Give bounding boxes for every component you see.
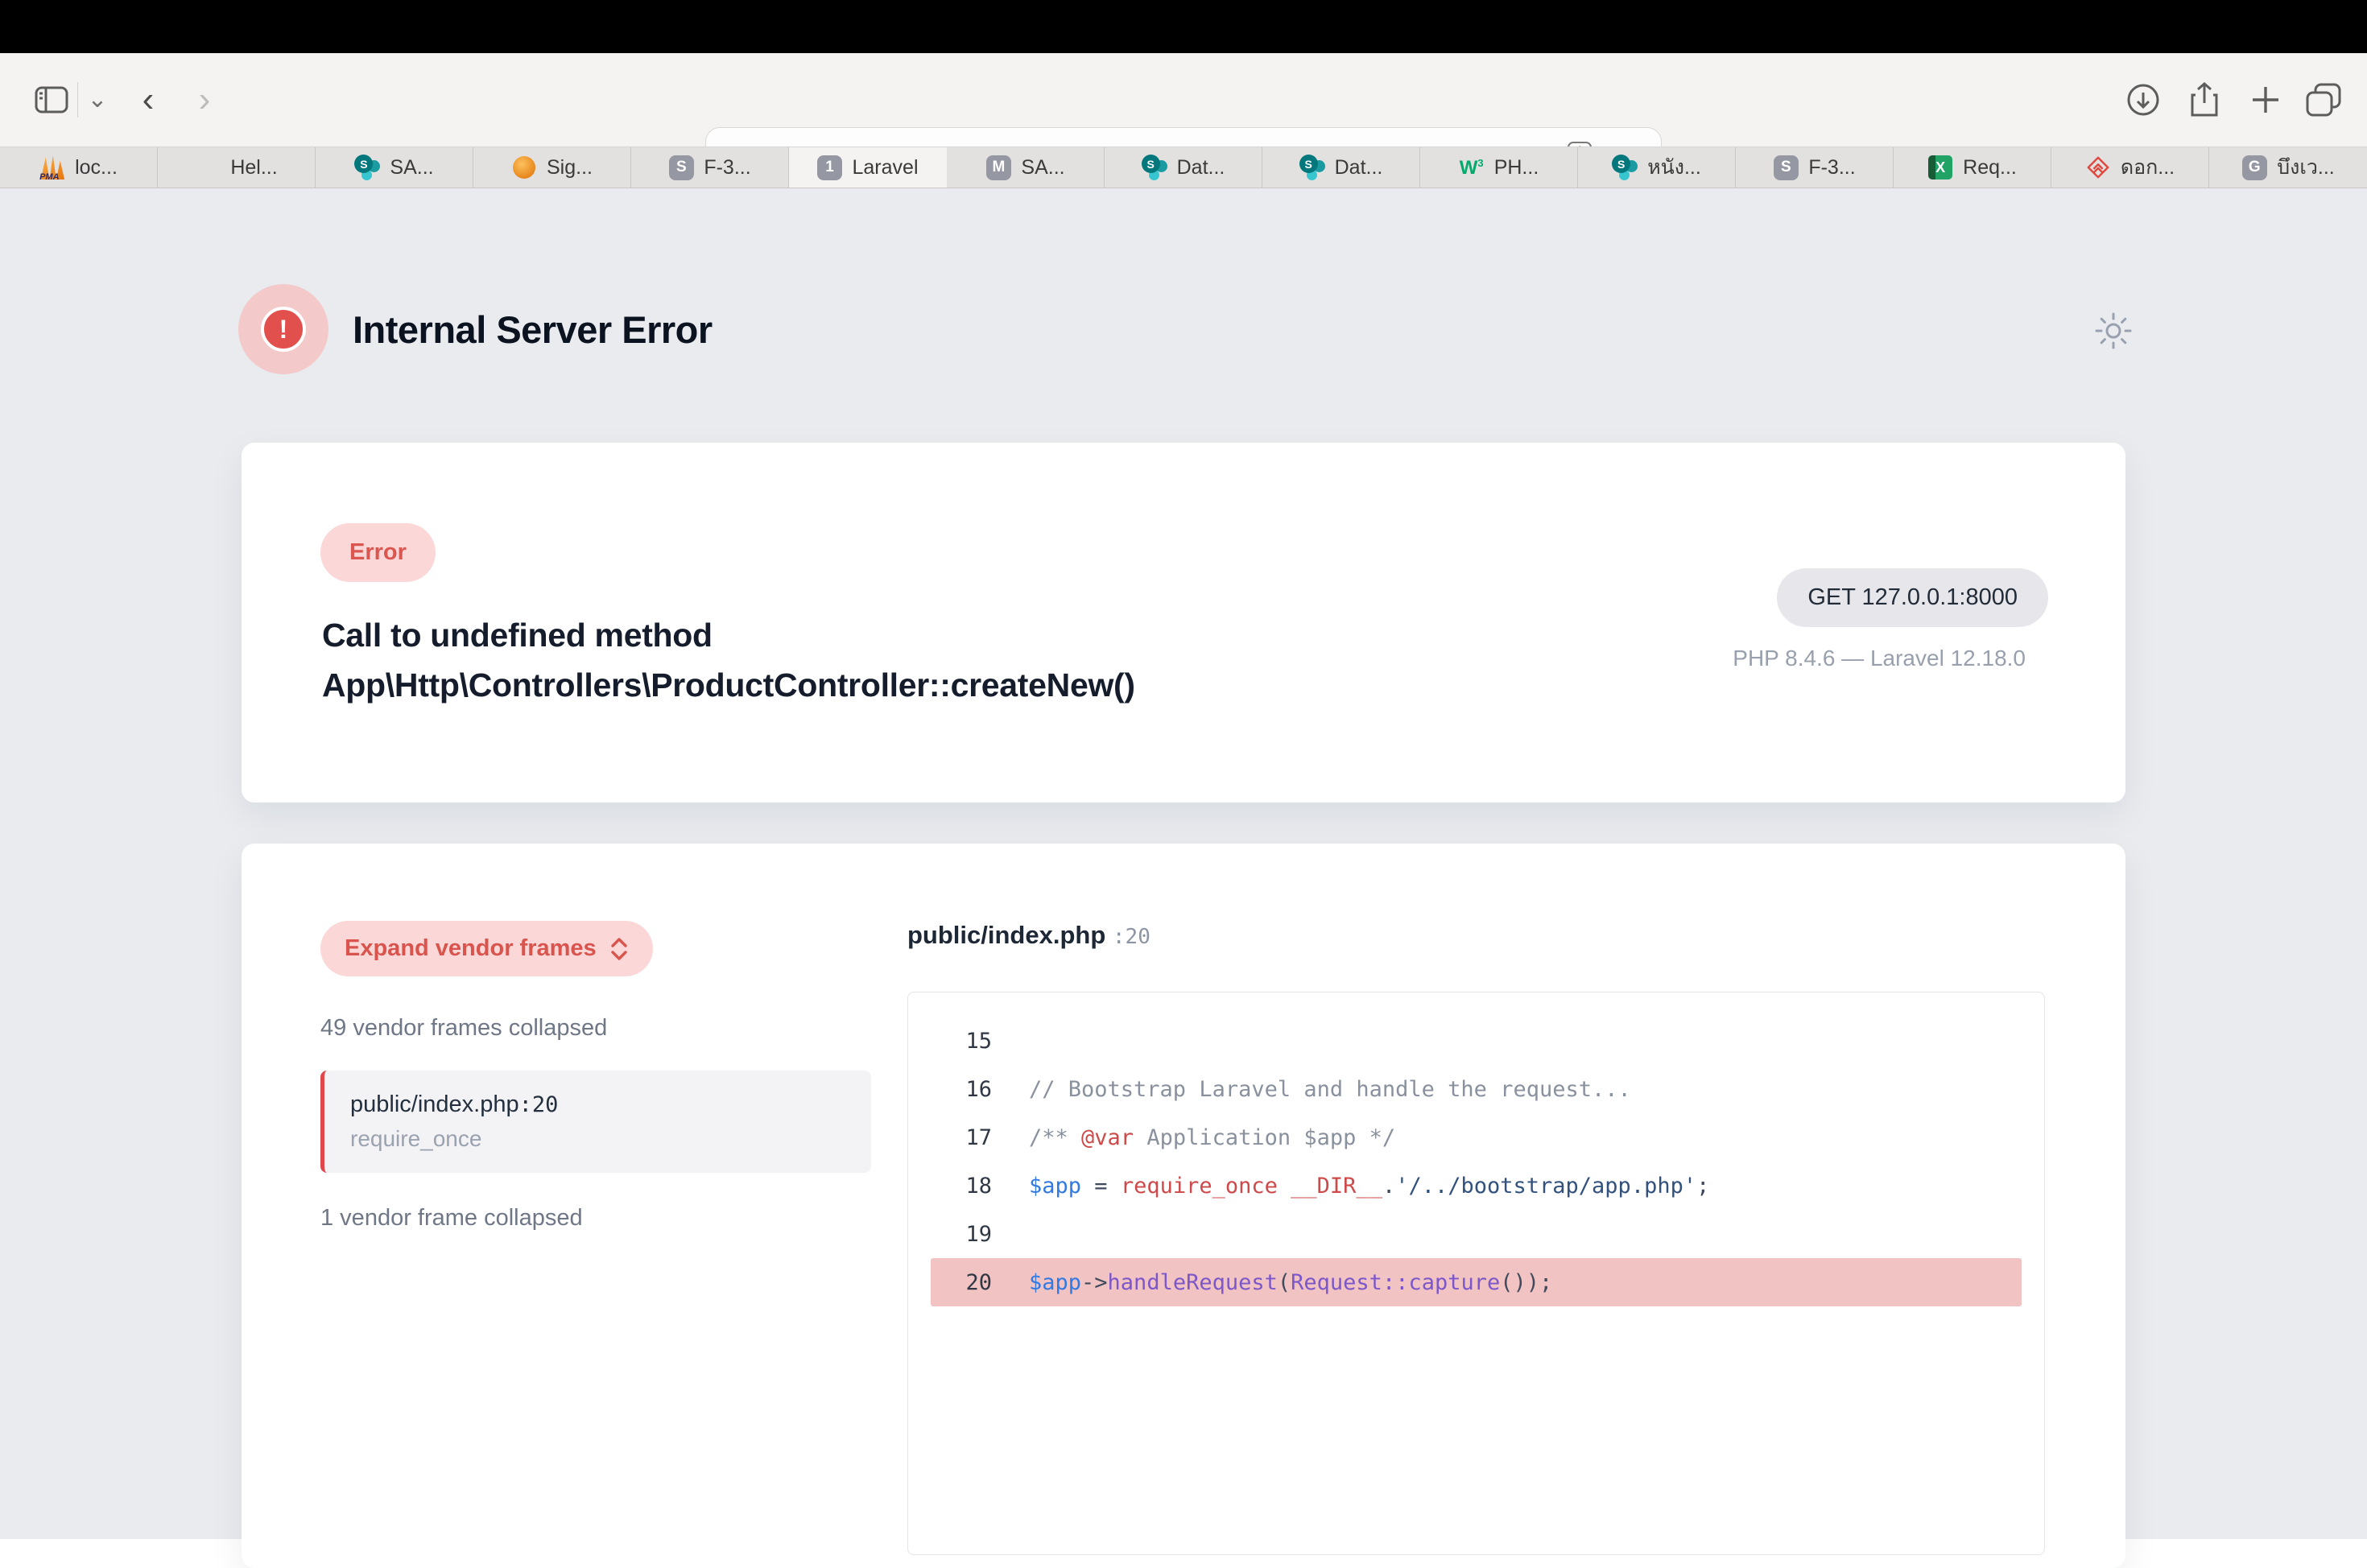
line-number: 17 — [931, 1125, 992, 1150]
tile-icon: 1 — [817, 155, 843, 180]
tab-label: Sig... — [547, 156, 593, 179]
request-badge: GET 127.0.0.1:8000 — [1777, 568, 2048, 627]
line-number: 18 — [931, 1174, 992, 1199]
tab-loc[interactable]: PMA loc... — [0, 147, 158, 188]
stack-frame-item[interactable]: public/index.php:20 require_once — [320, 1071, 871, 1173]
tab-f3[interactable]: S F-3... — [1736, 147, 1894, 188]
tile-icon: G — [2241, 155, 2267, 180]
frame-method: require_once — [350, 1126, 845, 1152]
tab-label: Req... — [1963, 156, 2017, 179]
w3schools-icon: W3 — [1459, 155, 1485, 180]
code-column: public/index.php :20 15 16// Bootstrap La… — [907, 921, 2045, 1555]
version-info: PHP 8.4.6 — Laravel 12.18.0 — [1733, 646, 2026, 671]
error-page: ! Internal Server Error Error Call to un… — [0, 188, 2367, 1539]
tab-[interactable]: ดอก... — [2051, 147, 2209, 188]
share-icon[interactable] — [2182, 53, 2227, 146]
error-circle-icon: ! — [238, 284, 328, 374]
page-title: Internal Server Error — [353, 307, 713, 352]
tab-label: PH... — [1494, 156, 1539, 179]
tab-label: บึงเว... — [2277, 151, 2335, 184]
expand-chevrons-icon — [609, 936, 629, 962]
tab-dat[interactable]: S Dat... — [1105, 147, 1262, 188]
tab-ph[interactable]: W3 PH... — [1420, 147, 1578, 188]
tab-label: หนัง... — [1647, 151, 1701, 184]
toolbar-divider — [77, 82, 78, 118]
tab-sa[interactable]: S SA... — [316, 147, 473, 188]
tab-[interactable]: S หนัง... — [1578, 147, 1736, 188]
sharepoint-icon: S — [1299, 155, 1325, 180]
sharepoint-icon: S — [354, 155, 380, 180]
tab-dat[interactable]: S Dat... — [1262, 147, 1420, 188]
downloads-icon[interactable] — [2121, 53, 2166, 146]
tile-icon: S — [1773, 155, 1799, 180]
stack-trace-card: Expand vendor frames 49 vendor frames co… — [242, 844, 2125, 1568]
frame-file: public/index.php:20 — [350, 1091, 845, 1118]
back-icon[interactable]: ‹ — [127, 53, 169, 146]
tab-hel[interactable]: Hel... — [158, 147, 316, 188]
tab-sa[interactable]: M SA... — [947, 147, 1105, 188]
tab-label: ดอก... — [2121, 151, 2175, 184]
expand-vendor-frames-button[interactable]: Expand vendor frames — [320, 921, 653, 976]
tab-[interactable]: G บึงเว... — [2209, 147, 2367, 188]
tab-label: Laravel — [853, 156, 919, 179]
vendor-frames-collapsed-bottom: 1 vendor frame collapsed — [320, 1205, 871, 1232]
tab-label: F-3... — [1808, 156, 1855, 179]
theme-toggle-sun-icon[interactable] — [2093, 311, 2134, 351]
tab-label: loc... — [75, 156, 118, 179]
tab-label: Dat... — [1335, 156, 1383, 179]
menu-bar — [0, 0, 2367, 53]
tile-icon: S — [668, 155, 694, 180]
tab-label: Hel... — [230, 156, 277, 179]
error-badge: Error — [320, 523, 436, 582]
tab-overview-icon[interactable] — [2301, 53, 2346, 146]
code-line: 16// Bootstrap Laravel and handle the re… — [931, 1065, 2022, 1113]
line-number: 19 — [931, 1222, 992, 1247]
laravel-icon — [195, 155, 221, 180]
forward-icon[interactable]: › — [184, 53, 225, 146]
line-number: 16 — [931, 1077, 992, 1102]
tab-label: Dat... — [1177, 156, 1225, 179]
phpmyadmin-icon: PMA — [39, 155, 65, 180]
new-tab-icon[interactable] — [2243, 53, 2288, 146]
tab-bar: PMA loc... Hel... S SA... Sig... S F-3... 1 Larav… — [0, 146, 2367, 188]
code-snippet[interactable]: 15 16// Bootstrap Laravel and handle the … — [907, 992, 2045, 1555]
line-number: 20 — [931, 1270, 992, 1295]
screen: ⌄ ‹ › 127.0.0.1 A ↻ — [0, 0, 2367, 1539]
code-filename: public/index.php :20 — [907, 921, 2045, 950]
orange-dot-icon — [511, 155, 537, 180]
code-line: 18$app = require_once __DIR__.'/../boots… — [931, 1162, 2022, 1210]
code-line: 17/** @var Application $app */ — [931, 1113, 2022, 1162]
sharepoint-icon: S — [1142, 155, 1167, 180]
tab-req[interactable]: X Req... — [1894, 147, 2051, 188]
tab-active-laravel[interactable]: 1 Laravel — [789, 147, 947, 188]
browser-toolbar: ⌄ ‹ › 127.0.0.1 A ↻ — [0, 53, 2367, 146]
sidebar-icon[interactable] — [29, 53, 74, 146]
tab-label: F-3... — [704, 156, 750, 179]
stack-column: Expand vendor frames 49 vendor frames co… — [320, 921, 871, 1232]
sharepoint-icon: S — [1612, 155, 1638, 180]
chevron-down-icon[interactable]: ⌄ — [79, 53, 116, 146]
error-summary-card: Error Call to undefined method App\Http\… — [242, 443, 2125, 803]
line-number: 15 — [931, 1029, 992, 1054]
vendor-frames-collapsed-top: 49 vendor frames collapsed — [320, 1015, 871, 1042]
code-line: 15 — [931, 1017, 2022, 1065]
tab-sig[interactable]: Sig... — [473, 147, 631, 188]
error-message: Call to undefined method App\Http\Contro… — [322, 610, 1449, 710]
tab-label: SA... — [390, 156, 433, 179]
tab-f3[interactable]: S F-3... — [631, 147, 789, 188]
tile-icon: M — [985, 155, 1011, 180]
code-line: 19 — [931, 1210, 2022, 1258]
red-diamond-icon — [2085, 155, 2111, 180]
excel-icon: X — [1927, 155, 1953, 180]
code-line-highlighted: 20$app->handleRequest(Request::capture()… — [931, 1258, 2022, 1306]
tab-label: SA... — [1021, 156, 1064, 179]
